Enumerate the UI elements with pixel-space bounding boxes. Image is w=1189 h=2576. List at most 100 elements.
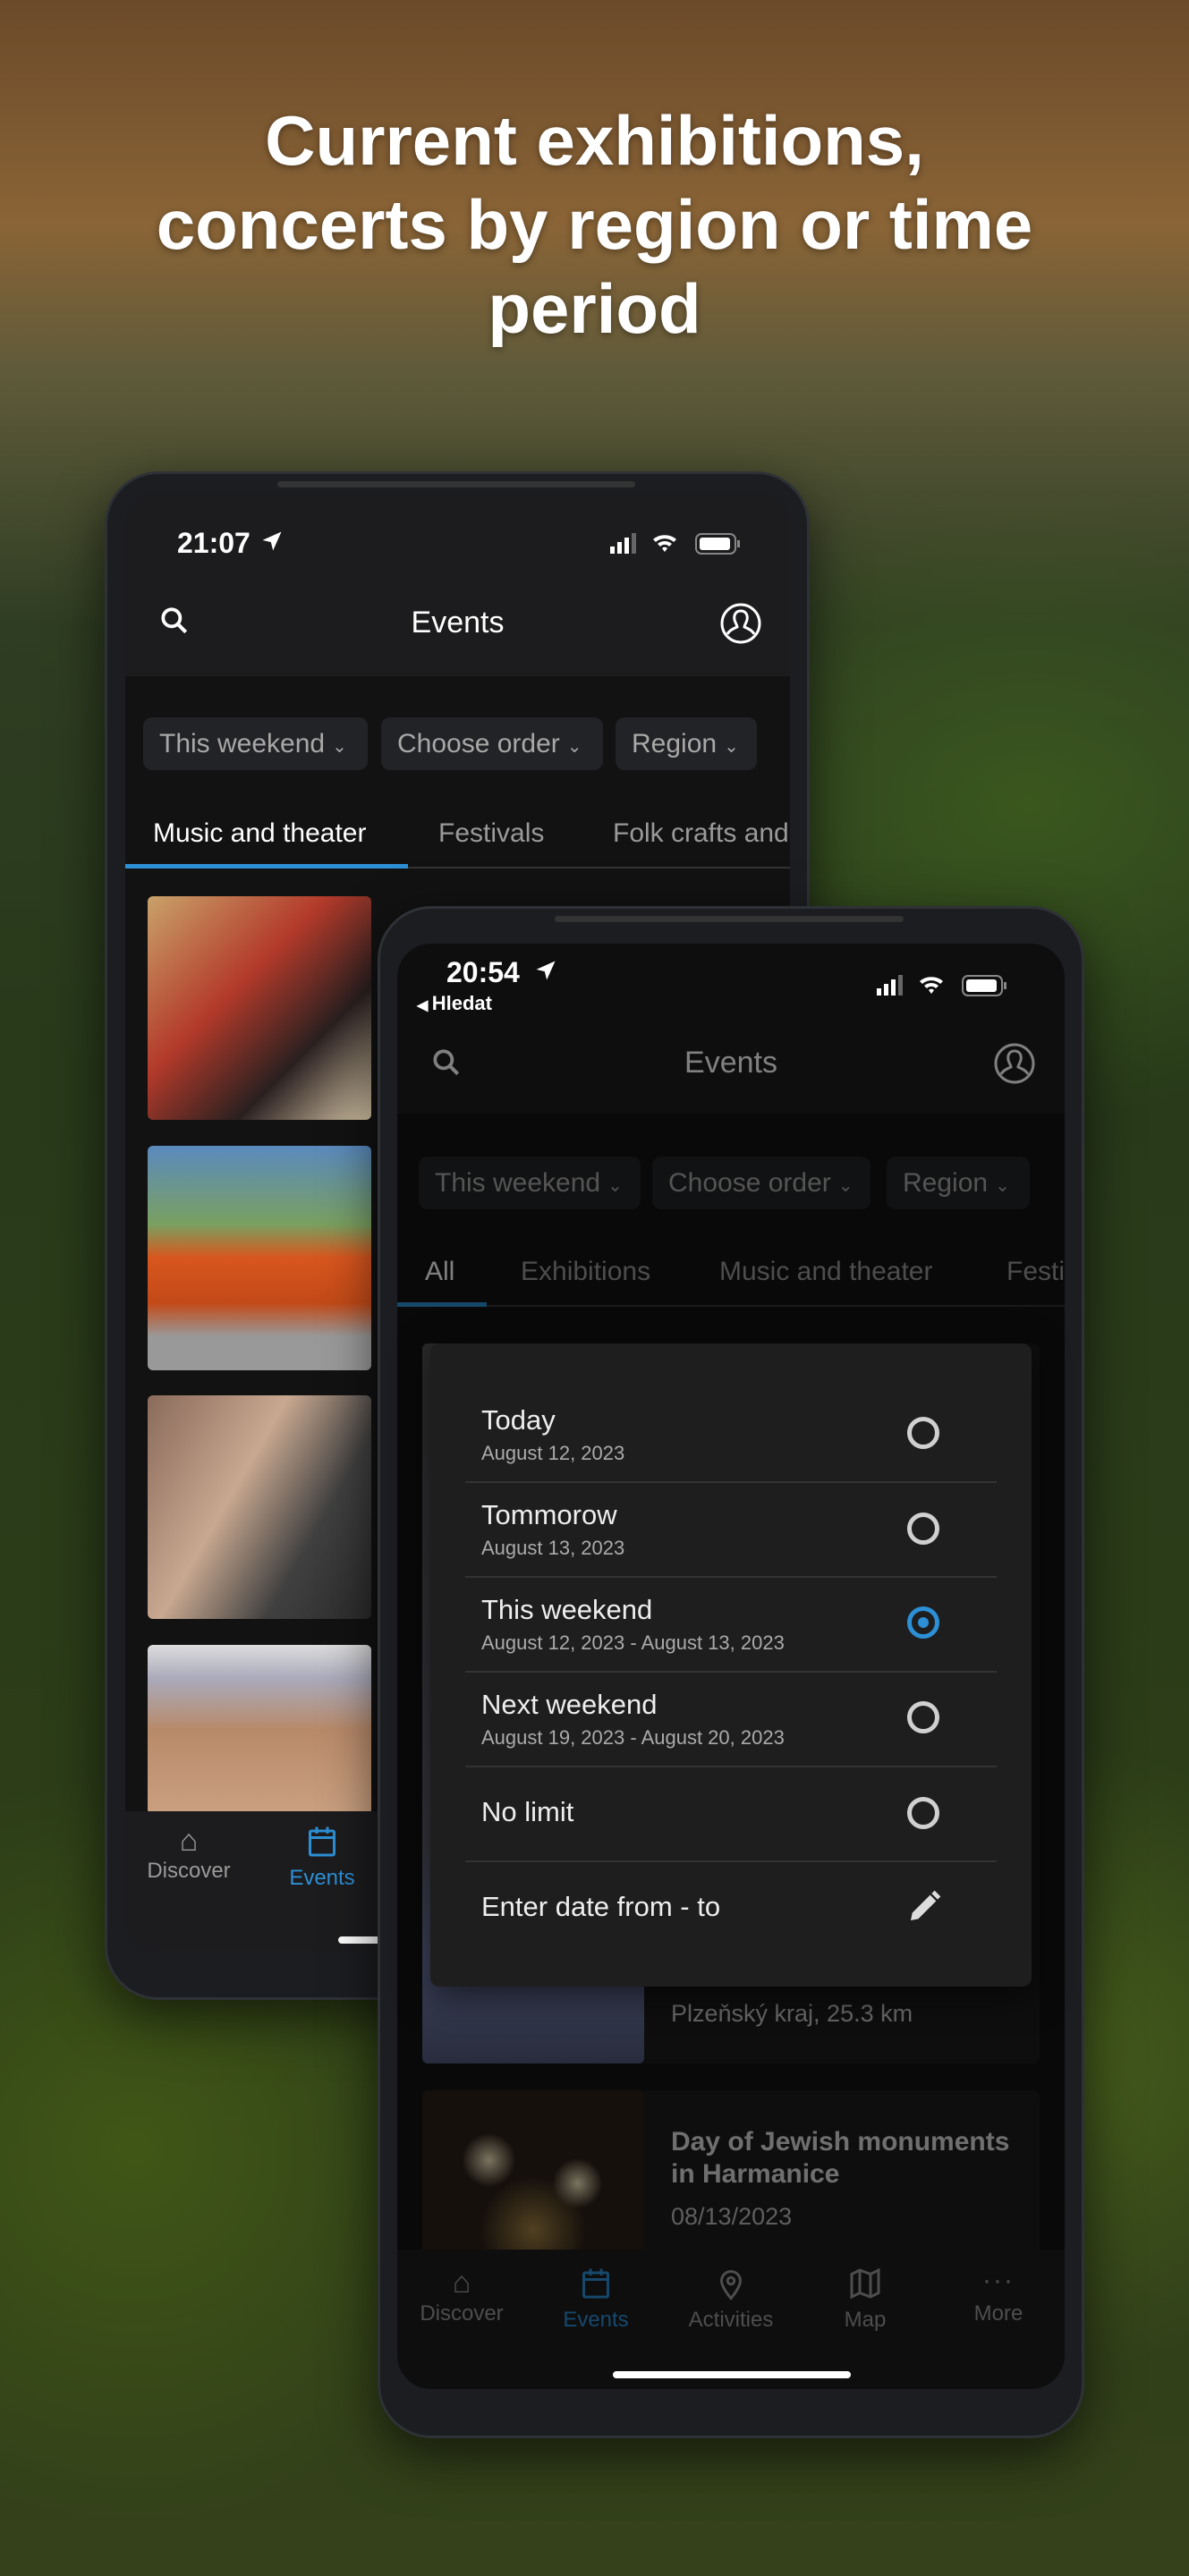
user-circle-icon[interactable] — [993, 1042, 1036, 1085]
filter-order[interactable]: Choose order ⌄ — [652, 1157, 871, 1209]
filter-date[interactable]: This weekend ⌄ — [419, 1157, 641, 1209]
nav-discover[interactable]: ⌂ Discover — [399, 2266, 524, 2326]
nav-label: Map — [844, 2308, 887, 2332]
nav-more[interactable]: ··· More — [936, 2266, 1061, 2326]
app-header: 21:07 Events — [125, 493, 790, 676]
option-title: No limit — [481, 1796, 574, 1827]
status-time: 20:54 — [446, 956, 520, 988]
divider — [465, 1481, 997, 1483]
filter-region[interactable]: Region ⌄ — [616, 717, 757, 770]
filter-label: This weekend — [159, 729, 326, 758]
nav-activities[interactable]: Activities — [668, 2266, 794, 2333]
chevron-down-icon: ⌄ — [607, 1176, 623, 1196]
page-title: Events — [684, 1046, 777, 1080]
filter-date[interactable]: This weekend ⌄ — [143, 717, 368, 770]
tab-music-and-theater[interactable]: Music and theater — [719, 1257, 932, 1287]
tab-music-and-theater[interactable]: Music and theater — [153, 818, 366, 849]
tab-all[interactable]: All — [425, 1257, 454, 1287]
filter-region[interactable]: Region ⌄ — [887, 1157, 1030, 1209]
filter-label: Region — [632, 729, 718, 758]
nav-events[interactable]: Events — [259, 1824, 385, 1891]
option-title: This weekend — [481, 1594, 653, 1625]
divider — [465, 1671, 997, 1673]
active-tab-indicator — [397, 1302, 487, 1307]
user-circle-icon[interactable] — [719, 602, 762, 645]
nav-map[interactable]: Map — [803, 2266, 928, 2333]
back-link[interactable]: ◀ Hledat — [417, 992, 492, 1015]
chevron-down-icon: ⌄ — [332, 737, 347, 757]
chevron-down-icon: ⌄ — [995, 1176, 1010, 1196]
event-title-line: in Harmanice — [671, 2159, 840, 2189]
option-subtitle: August 13, 2023 — [481, 1537, 625, 1559]
map-pin-icon — [719, 2270, 743, 2301]
chevron-down-icon: ⌄ — [724, 737, 739, 757]
home-icon: ⌂ — [179, 1824, 199, 1858]
calendar-icon — [309, 1826, 335, 1857]
headline-line: Current exhibitions, — [265, 101, 924, 180]
event-title-line: Day of Jewish monuments — [671, 2127, 1010, 2157]
location-arrow-icon — [262, 531, 282, 551]
event-thumbnail[interactable] — [148, 1146, 371, 1370]
tab-festivals[interactable]: Festi — [1006, 1257, 1065, 1287]
nav-label: Events — [289, 1866, 355, 1890]
headline-line: concerts by region or time — [156, 185, 1033, 264]
home-indicator — [613, 2371, 851, 2378]
option-subtitle: August 19, 2023 - August 20, 2023 — [481, 1726, 785, 1749]
divider — [465, 1766, 997, 1767]
active-tab-indicator — [125, 864, 408, 869]
event-location: Plzeňský kraj, 25.3 km — [671, 2000, 913, 2027]
event-title: Day of Jewish monuments in Harmanice — [671, 2126, 1009, 2190]
nav-label: Activities — [688, 2308, 774, 2332]
status-icons — [877, 975, 1006, 996]
back-link-label: Hledat — [431, 992, 492, 1014]
nav-label: Discover — [147, 1859, 231, 1883]
tabs-divider — [397, 1305, 1065, 1307]
filter-label: Region — [903, 1168, 989, 1198]
nav-label: Events — [563, 2308, 629, 2332]
custom-range-label: Enter date from - to — [481, 1891, 721, 1922]
tab-exhibitions[interactable]: Exhibitions — [521, 1257, 650, 1287]
back-triangle-icon: ◀ — [417, 998, 432, 1013]
filter-label: Choose order — [668, 1168, 831, 1198]
radio-button[interactable] — [907, 1513, 939, 1545]
tab-folk-crafts[interactable]: Folk crafts and — [613, 818, 789, 849]
home-icon: ⌂ — [452, 2266, 471, 2300]
status-time: 21:07 — [177, 527, 251, 559]
radio-button[interactable] — [907, 1417, 939, 1449]
status-icons — [610, 533, 740, 555]
option-title: Today — [481, 1404, 556, 1436]
calendar-icon — [582, 2268, 609, 2299]
divider — [465, 1576, 997, 1578]
speaker — [555, 916, 904, 922]
date-range-picker: Today August 12, 2023 Tommorow August 13… — [430, 1343, 1032, 1987]
event-thumbnail[interactable] — [148, 896, 371, 1120]
event-thumbnail[interactable] — [148, 1395, 371, 1619]
radio-button-selected[interactable] — [907, 1606, 939, 1639]
page-title: Events — [411, 606, 505, 640]
radio-button[interactable] — [907, 1797, 939, 1829]
nav-label: More — [973, 2301, 1023, 2326]
divider — [465, 1860, 997, 1862]
chevron-down-icon: ⌄ — [837, 1176, 854, 1196]
headline-line: period — [488, 269, 701, 348]
filter-label: Choose order — [397, 729, 560, 758]
nav-events[interactable]: Events — [533, 2266, 658, 2333]
chevron-down-icon: ⌄ — [566, 737, 582, 757]
speaker — [277, 481, 635, 487]
event-thumbnail[interactable] — [148, 1645, 371, 1815]
nav-discover[interactable]: ⌂ Discover — [126, 1824, 251, 1884]
headline: Current exhibitions, concerts by region … — [0, 98, 1189, 351]
filter-label: This weekend — [435, 1168, 601, 1198]
option-subtitle: August 12, 2023 - August 13, 2023 — [481, 1631, 785, 1654]
radio-button[interactable] — [907, 1701, 939, 1733]
more-icon: ··· — [982, 2266, 1015, 2295]
pencil-icon[interactable] — [906, 1889, 942, 1925]
filter-order[interactable]: Choose order ⌄ — [381, 717, 603, 770]
map-icon — [850, 2267, 880, 2300]
tab-festivals[interactable]: Festivals — [438, 818, 544, 849]
bottom-nav: ⌂ Discover Events Activities Map ··· More — [397, 2250, 1065, 2389]
nav-label: Discover — [420, 2301, 504, 2326]
option-title: Next weekend — [481, 1689, 658, 1720]
location-arrow-icon — [536, 961, 556, 980]
option-title: Tommorow — [481, 1499, 617, 1530]
